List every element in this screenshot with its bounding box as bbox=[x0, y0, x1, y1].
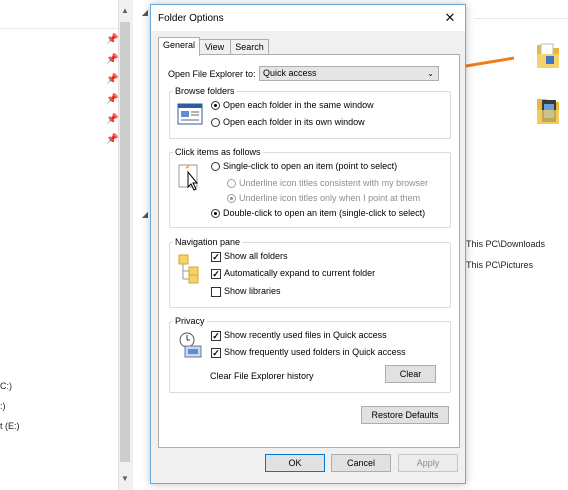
own-window-label[interactable]: Open each folder in its own window bbox=[223, 117, 365, 127]
double-click-label[interactable]: Double-click to open an item (single-cli… bbox=[223, 208, 425, 218]
tab-general[interactable]: General bbox=[158, 37, 200, 56]
clear-button[interactable]: Clear bbox=[385, 365, 436, 383]
header-strip bbox=[474, 0, 568, 19]
show-libraries-label[interactable]: Show libraries bbox=[224, 286, 281, 296]
browse-folders-group bbox=[169, 91, 451, 139]
apply-button[interactable]: Apply bbox=[398, 454, 458, 472]
open-explorer-label: Open File Explorer to: bbox=[168, 69, 256, 79]
navigation-pane-legend: Navigation pane bbox=[173, 237, 243, 247]
show-all-folders-checkbox[interactable]: ✓ bbox=[211, 252, 221, 262]
clear-history-label: Clear File Explorer history bbox=[210, 371, 314, 381]
frequent-folders-label[interactable]: Show frequently used folders in Quick ac… bbox=[224, 347, 406, 357]
privacy-icon bbox=[177, 331, 203, 359]
drive-label[interactable]: t (E:) bbox=[0, 421, 20, 431]
open-explorer-value: Quick access bbox=[263, 68, 317, 78]
show-libraries-checkbox[interactable] bbox=[211, 287, 221, 297]
double-click-radio[interactable] bbox=[211, 209, 220, 218]
scroll-up-icon[interactable]: ▲ bbox=[120, 6, 130, 15]
pin-icon[interactable]: 📌 bbox=[106, 34, 118, 45]
underline-point-radio[interactable] bbox=[227, 194, 236, 203]
frequent-folders-checkbox[interactable]: ✓ bbox=[211, 348, 221, 358]
same-window-label[interactable]: Open each folder in the same window bbox=[223, 100, 374, 110]
pin-icon[interactable]: 📌 bbox=[106, 94, 118, 105]
open-explorer-select[interactable]: Quick access ⌄ bbox=[259, 66, 439, 81]
same-window-radio[interactable] bbox=[211, 101, 220, 110]
recent-file-location[interactable]: This PC\Downloads bbox=[466, 239, 545, 249]
underline-point-label[interactable]: Underline icon titles only when I point … bbox=[239, 193, 420, 203]
privacy-legend: Privacy bbox=[173, 316, 207, 326]
tab-search[interactable]: Search bbox=[230, 39, 269, 55]
drive-label[interactable]: :) bbox=[0, 401, 6, 411]
expand-arrow-icon[interactable]: ◢ bbox=[140, 210, 150, 219]
pin-icon[interactable]: 📌 bbox=[106, 74, 118, 85]
close-icon[interactable]: ✕ bbox=[441, 9, 459, 27]
scroll-down-icon[interactable]: ▼ bbox=[120, 474, 130, 483]
single-click-label[interactable]: Single-click to open an item (point to s… bbox=[223, 161, 397, 171]
video-folder-icon[interactable] bbox=[536, 96, 562, 128]
chevron-down-icon[interactable]: ⌄ bbox=[427, 67, 434, 80]
restore-defaults-button[interactable]: Restore Defaults bbox=[361, 406, 449, 424]
recent-files-label[interactable]: Show recently used files in Quick access bbox=[224, 330, 387, 340]
folder-options-dialog: Folder Options ✕ General View Search Ope… bbox=[150, 4, 466, 484]
recent-files-checkbox[interactable]: ✓ bbox=[211, 331, 221, 341]
ok-button[interactable]: OK bbox=[265, 454, 325, 472]
show-all-folders-label[interactable]: Show all folders bbox=[224, 251, 288, 261]
drive-label[interactable]: C:) bbox=[0, 381, 12, 391]
recent-file-location[interactable]: This PC\Pictures bbox=[466, 260, 533, 270]
divider bbox=[0, 28, 118, 29]
folder-tree-icon bbox=[177, 253, 203, 285]
single-click-radio[interactable] bbox=[211, 162, 220, 171]
browse-window-icon bbox=[177, 103, 203, 125]
pin-icon[interactable]: 📌 bbox=[106, 134, 118, 145]
click-items-legend: Click items as follows bbox=[173, 147, 263, 157]
scrollbar-thumb[interactable] bbox=[120, 22, 130, 462]
navigation-pane bbox=[0, 0, 118, 490]
expand-arrow-icon[interactable]: ◢ bbox=[140, 8, 150, 17]
folder-icon[interactable] bbox=[536, 42, 562, 72]
cancel-button[interactable]: Cancel bbox=[331, 454, 391, 472]
underline-browser-radio[interactable] bbox=[227, 179, 236, 188]
dialog-title: Folder Options bbox=[158, 13, 224, 24]
own-window-radio[interactable] bbox=[211, 118, 220, 127]
underline-browser-label[interactable]: Underline icon titles consistent with my… bbox=[239, 178, 428, 188]
click-cursor-icon bbox=[177, 163, 203, 191]
expand-current-checkbox[interactable]: ✓ bbox=[211, 269, 221, 279]
pin-icon[interactable]: 📌 bbox=[106, 114, 118, 125]
pin-icon[interactable]: 📌 bbox=[106, 54, 118, 65]
browse-folders-legend: Browse folders bbox=[173, 86, 237, 96]
tab-view[interactable]: View bbox=[198, 39, 231, 55]
expand-current-label[interactable]: Automatically expand to current folder bbox=[224, 268, 375, 278]
